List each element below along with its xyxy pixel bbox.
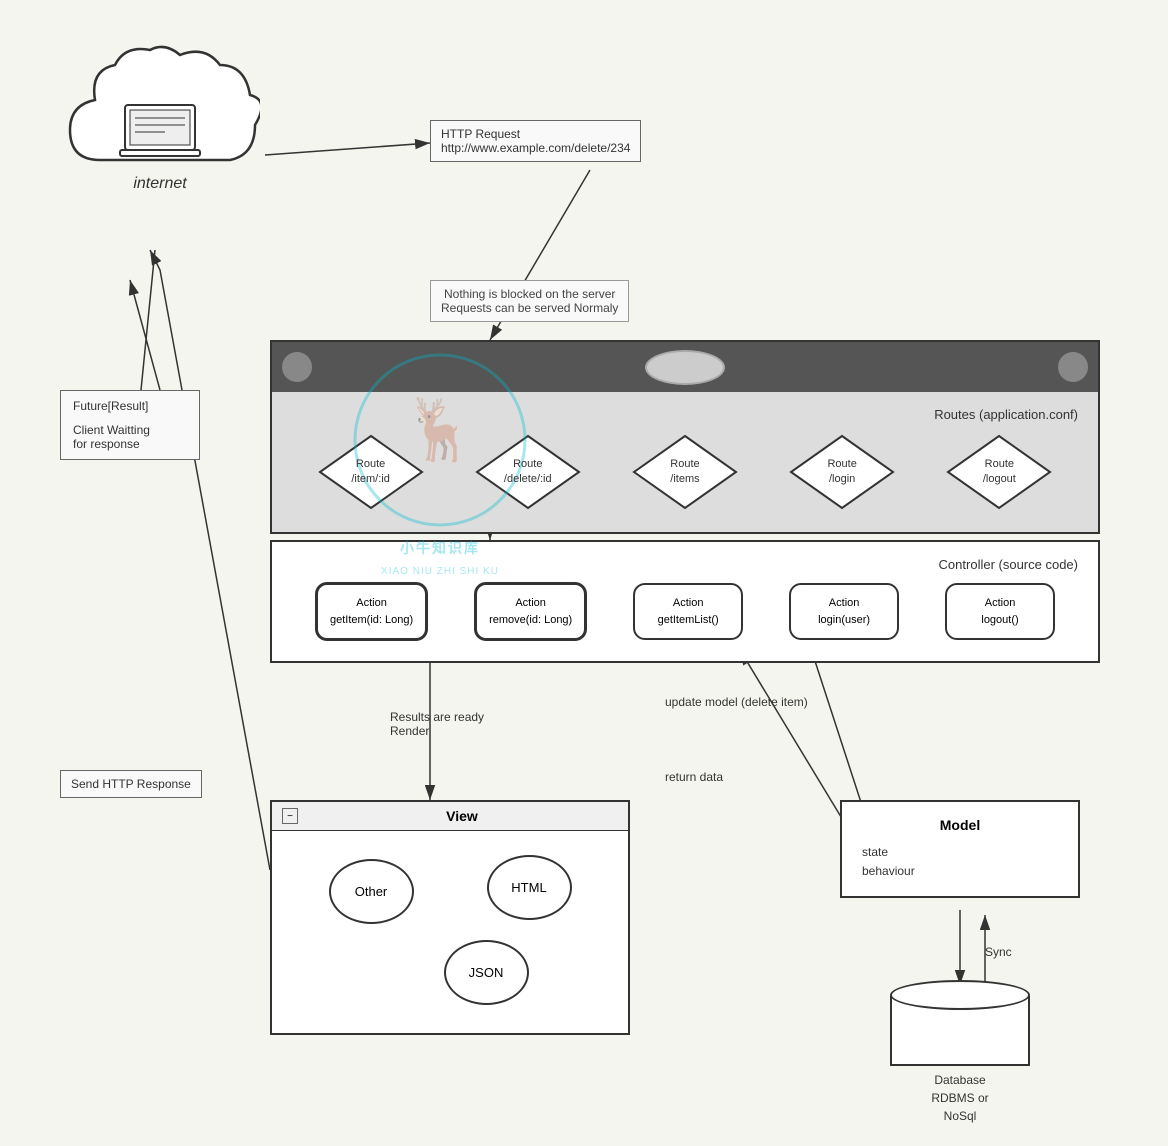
future-line3: Client Waitting [73,423,187,437]
router-label: Routes (application.conf) [292,407,1078,422]
view-title: View [306,808,618,824]
future-line4: for response [73,437,187,451]
update-model-label: update model (delete item) [665,695,808,709]
server-note-box: Nothing is blocked on the server Request… [430,280,629,322]
db-top [890,980,1030,1010]
http-request-label: HTTP Request [441,127,630,141]
action-name: login(user) [803,612,885,629]
future-line1: Future[Result] [73,399,187,413]
action-name: getItem(id: Long) [330,612,413,629]
route-text: Route/delete/:id [504,457,552,488]
db-label: Database RDBMS or NoSql [870,1071,1050,1125]
controller-body: Controller (source code) Action getItem(… [272,542,1098,661]
action-title: Action [330,595,413,612]
route-item: Route/logout [944,432,1054,512]
controller-section: Controller (source code) Action getItem(… [270,540,1100,663]
router-section: Routes (application.conf) Route/item/:id… [270,340,1100,534]
router-body: Routes (application.conf) Route/item/:id… [272,392,1098,532]
controller-label: Controller (source code) [292,557,1078,572]
action-item: Action login(user) [789,583,899,640]
database-section: Database RDBMS or NoSql [870,980,1050,1125]
action-title: Action [647,595,729,612]
route-text: Route/item/:id [351,457,390,488]
route-item: Route/login [787,432,897,512]
action-name: logout() [959,612,1041,629]
view-item-other: Other [329,859,414,924]
route-text: Route/login [827,457,856,488]
svg-text:internet: internet [133,175,187,192]
route-item: Route/items [630,432,740,512]
server-note-line2: Requests can be served Normaly [441,301,618,315]
view-item-html: HTML [487,855,572,920]
view-section: − View Other HTML JSON [270,800,630,1035]
action-item: Action remove(id: Long) [474,582,587,641]
router-knob-right [1058,352,1088,382]
sync-label: Sync [985,945,1012,959]
model-line1: state [862,843,1058,862]
internet-cloud: internet [60,40,260,200]
route-item: Route/delete/:id [473,432,583,512]
diagram-container: internet HTTP Request http://www.example… [0,0,1168,1146]
return-data-label: return data [665,770,723,784]
action-title: Action [803,595,885,612]
route-text: Route/logout [983,457,1016,488]
routes-row: Route/item/:id Route/delete/:id Route/it… [292,432,1078,512]
view-item-json: JSON [444,940,529,1005]
router-header-oval [645,350,725,385]
route-item: Route/item/:id [316,432,426,512]
model-line2: behaviour [862,862,1058,881]
model-title: Model [862,817,1058,833]
minimize-icon: − [282,808,298,824]
view-body: Other HTML JSON [272,831,628,1033]
action-name: getItemList() [647,612,729,629]
db-cylinder [890,980,1030,1066]
route-text: Route/items [670,457,699,488]
send-response-label: Send HTTP Response [71,777,191,791]
http-request-url: http://www.example.com/delete/234 [441,141,630,155]
model-section: Model state behaviour [840,800,1080,898]
send-response-box: Send HTTP Response [60,770,202,798]
results-ready-label: Results are ready Render [390,710,484,738]
action-item: Action getItemList() [633,583,743,640]
view-header: − View [272,802,628,831]
router-header [272,342,1098,392]
router-knob-left [282,352,312,382]
action-title: Action [959,595,1041,612]
action-title: Action [489,595,572,612]
action-name: remove(id: Long) [489,612,572,629]
http-request-box: HTTP Request http://www.example.com/dele… [430,120,641,162]
action-item: Action logout() [945,583,1055,640]
action-item: Action getItem(id: Long) [315,582,428,641]
actions-row: Action getItem(id: Long) Action remove(i… [292,582,1078,641]
future-result-box: Future[Result] Client Waitting for respo… [60,390,200,460]
server-note-line1: Nothing is blocked on the server [441,287,618,301]
